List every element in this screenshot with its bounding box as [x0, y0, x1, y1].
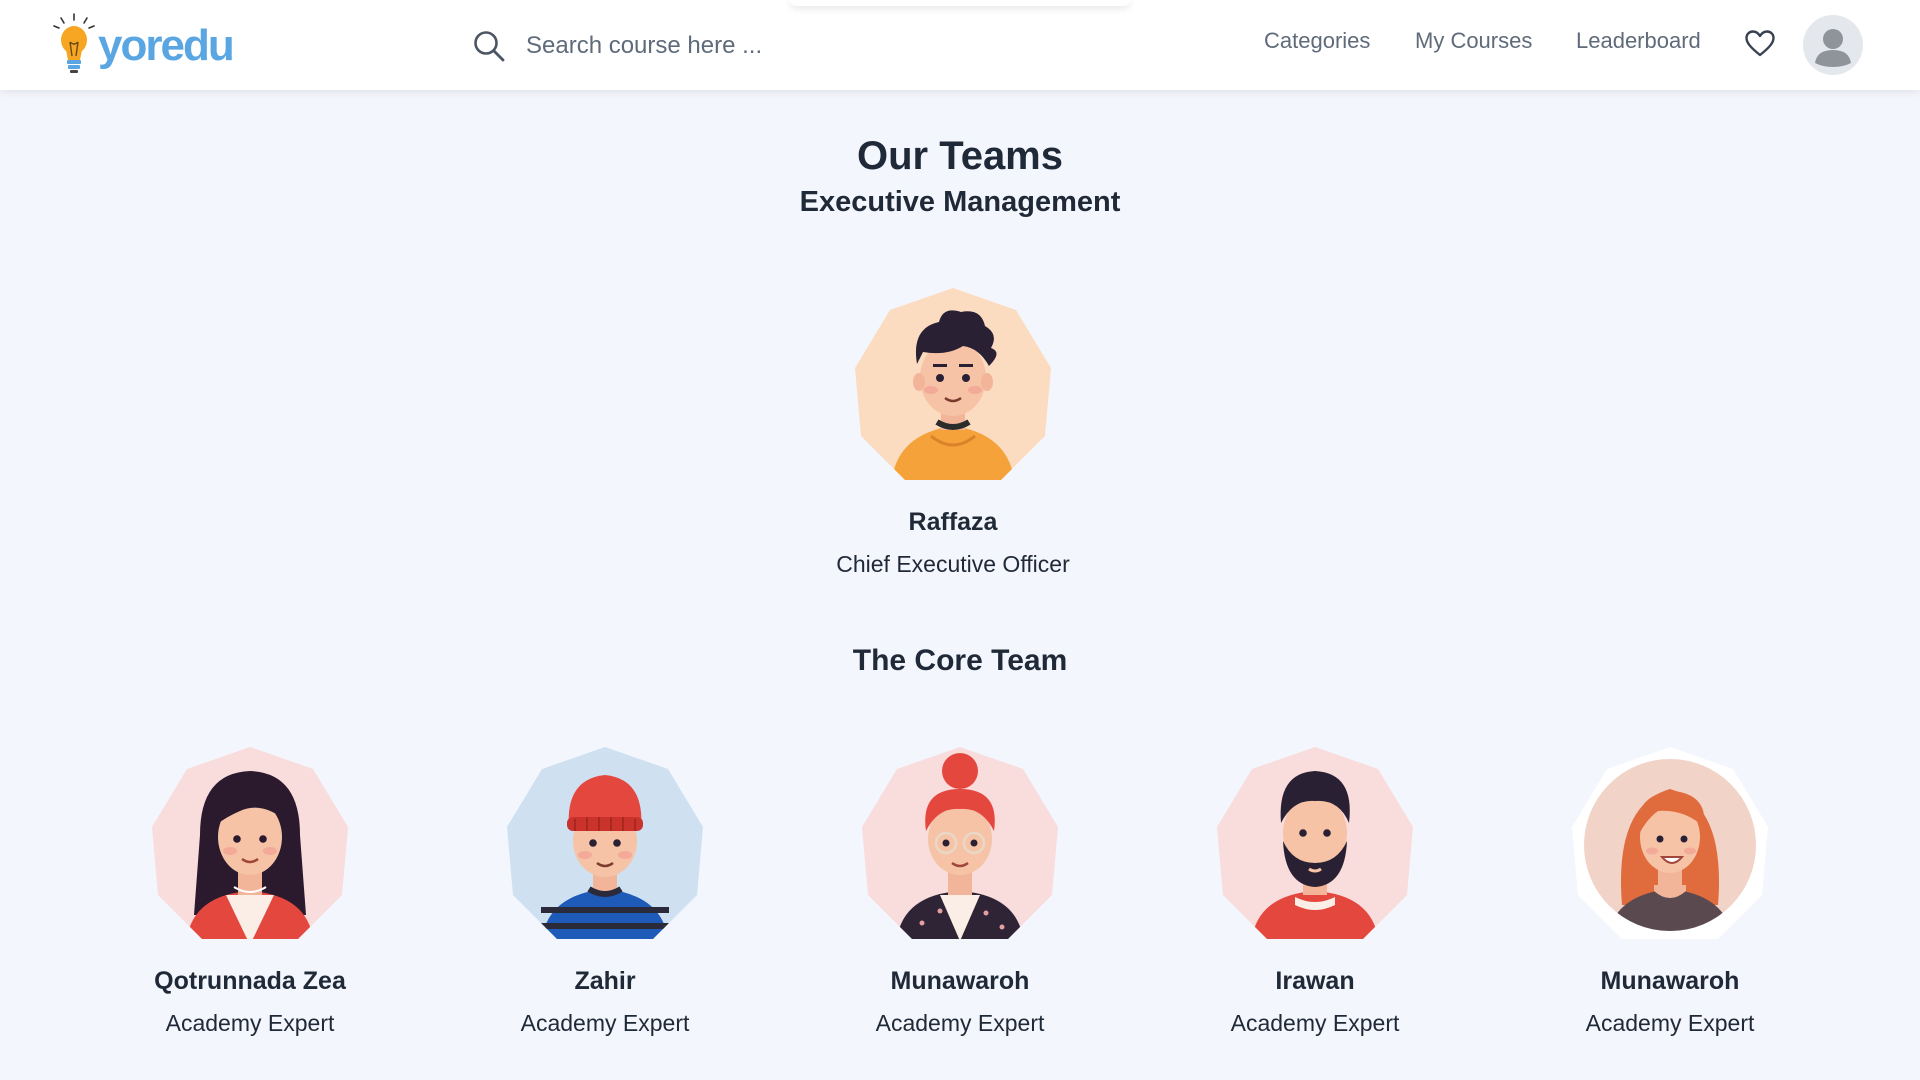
team-member-card: Munawaroh Academy Expert [1520, 745, 1820, 1037]
member-name: Munawaroh [890, 967, 1030, 995]
avatar [1217, 747, 1413, 939]
avatar [862, 747, 1058, 939]
member-role: Academy Expert [165, 1010, 335, 1036]
avatar [152, 747, 348, 939]
nav-my-courses[interactable]: My Courses [1415, 28, 1532, 54]
top-navbar: yoredu Categories My Courses Leaderboard [0, 0, 1920, 90]
search-input[interactable] [526, 32, 846, 60]
member-role: Academy Expert [1585, 1010, 1755, 1036]
nav-categories[interactable]: Categories [1264, 28, 1370, 54]
heart-icon[interactable] [1744, 28, 1776, 60]
page-title: Our Teams [857, 134, 1063, 178]
member-role: Academy Expert [520, 1010, 690, 1036]
member-name: Zahir [574, 967, 636, 995]
member-role: Academy Expert [1230, 1010, 1400, 1036]
avatar [1572, 747, 1768, 939]
team-member-card: Munawaroh Academy Expert [810, 745, 1110, 1037]
team-member-card: Zahir Academy Expert [455, 745, 755, 1037]
member-name: Irawan [1275, 967, 1355, 995]
section-title-core-team: The Core Team [852, 644, 1068, 677]
member-name: Raffaza [908, 508, 998, 536]
search-icon[interactable] [472, 29, 506, 63]
nav-leaderboard[interactable]: Leaderboard [1576, 28, 1701, 54]
search-bar [472, 26, 846, 66]
team-member-ceo: Raffaza Chief Executive Officer [803, 286, 1103, 578]
member-role: Chief Executive Officer [836, 551, 1070, 577]
member-role: Academy Expert [875, 1010, 1045, 1036]
user-avatar-icon [1815, 29, 1851, 67]
search-dropdown-edge [790, 0, 1130, 6]
lightbulb-logo-icon [53, 13, 95, 73]
section-subtitle-executive: Executive Management [799, 186, 1121, 218]
team-member-card: Qotrunnada Zea Academy Expert [100, 745, 400, 1037]
team-member-card: Irawan Academy Expert [1165, 745, 1465, 1037]
member-name: Qotrunnada Zea [154, 967, 346, 995]
logo-text: yoredu [98, 21, 235, 70]
member-name: Munawaroh [1600, 967, 1740, 995]
avatar [507, 747, 703, 939]
logo[interactable]: yoredu [52, 12, 235, 78]
user-avatar[interactable] [1803, 15, 1863, 75]
avatar [855, 288, 1051, 480]
